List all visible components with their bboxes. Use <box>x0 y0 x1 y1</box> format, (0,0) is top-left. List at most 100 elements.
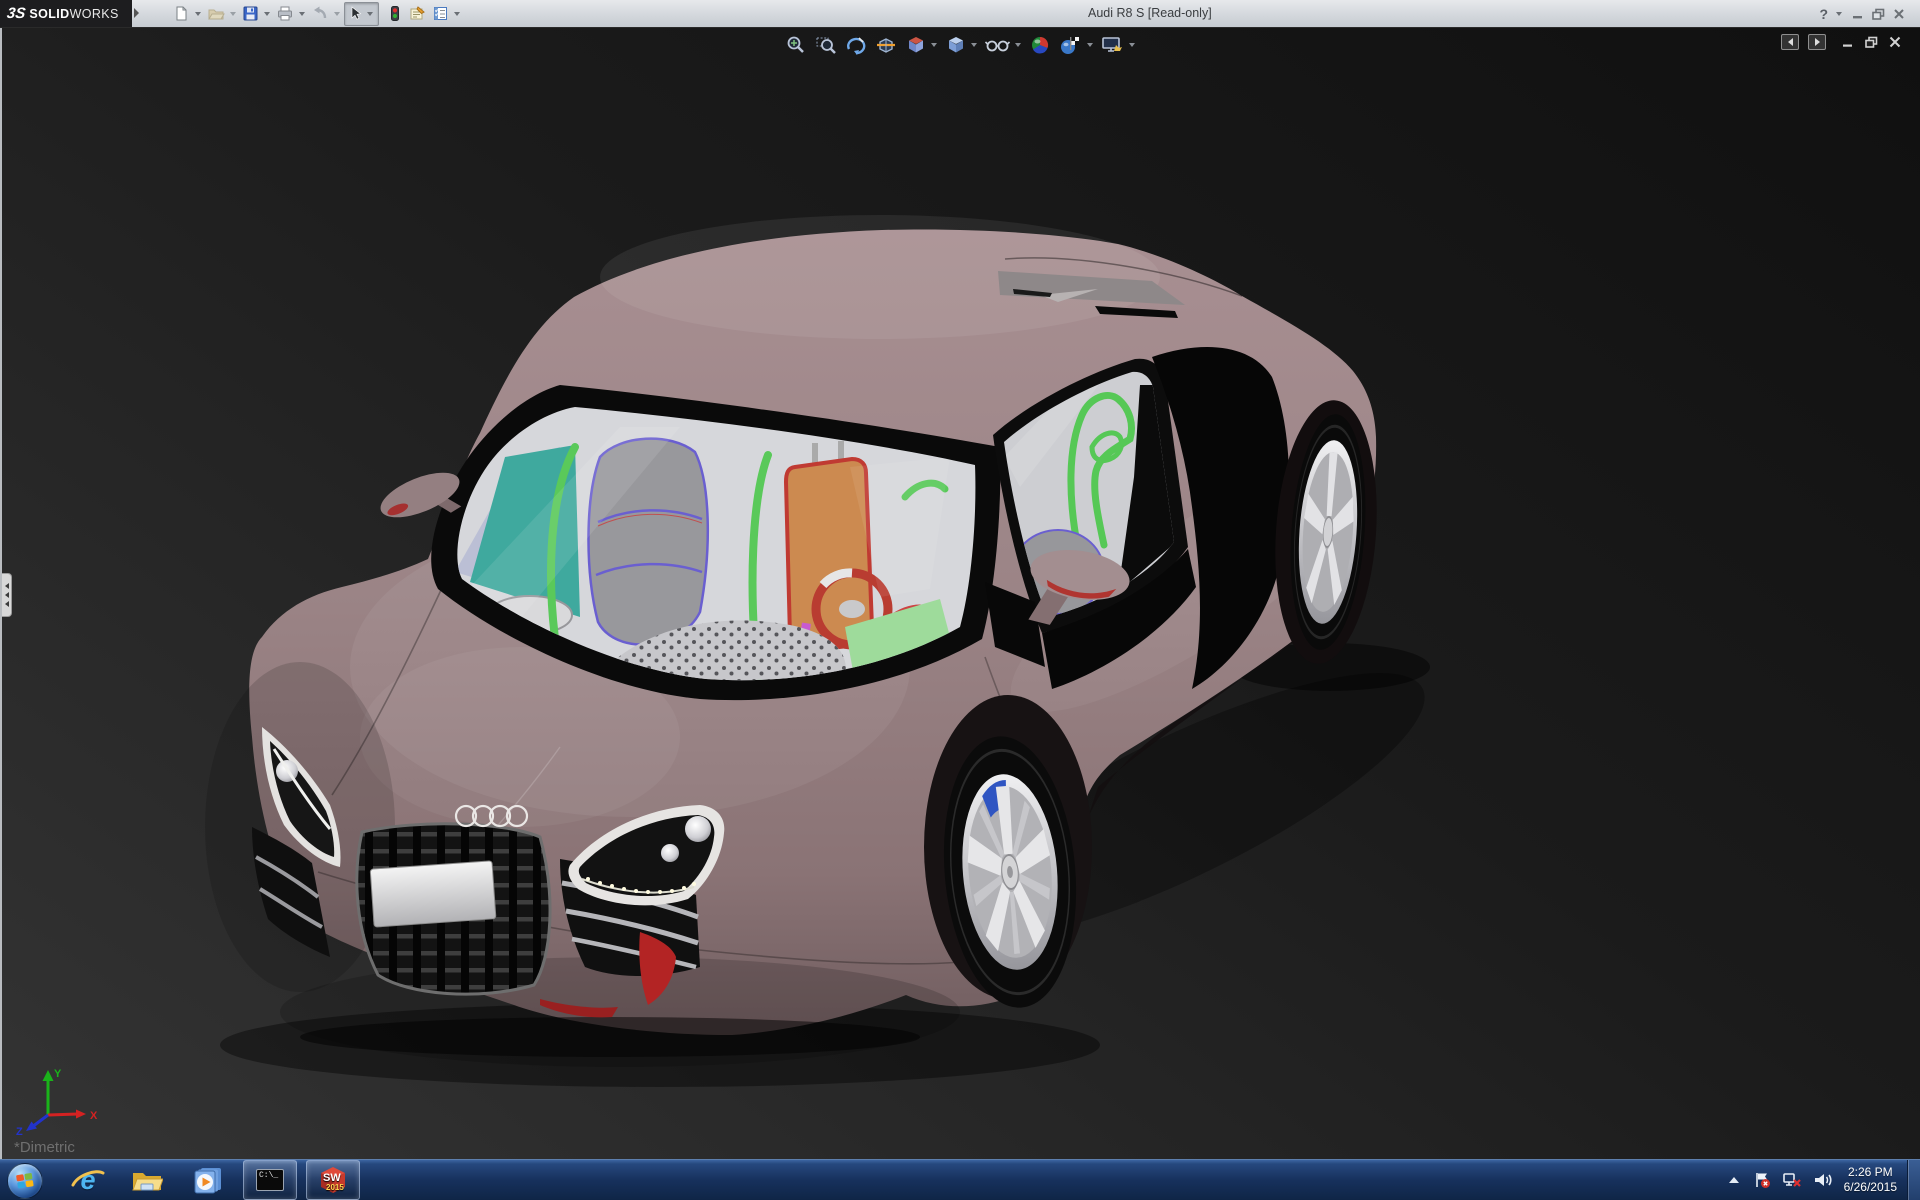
window-title: Audi R8 S [Read-only] <box>1088 6 1212 20</box>
ie-ring-icon <box>71 1169 105 1186</box>
rotate-view-icon <box>847 37 866 55</box>
app-close-button[interactable] <box>1892 7 1906 21</box>
display-style-button[interactable] <box>943 34 979 56</box>
view-settings-button[interactable] <box>1099 34 1137 56</box>
traffic-light-icon <box>391 6 399 21</box>
network-disconnected-icon[interactable] <box>1782 1171 1802 1189</box>
collapse-left-pane-button[interactable] <box>1781 34 1799 50</box>
comment-note-button[interactable] <box>406 3 428 25</box>
open-dropdown-icon[interactable] <box>230 11 236 16</box>
new-document-icon <box>176 6 187 21</box>
select-cursor-icon <box>351 6 362 20</box>
graphics-viewport[interactable]: X Y Z *Dimetric <box>0 27 1920 1160</box>
y-axis-arrow <box>42 1070 54 1081</box>
help-dropdown-icon[interactable] <box>1836 11 1842 16</box>
logo-brand-light: WORKS <box>69 6 119 21</box>
section-view-button[interactable] <box>873 34 899 56</box>
hide-show-dropdown-icon[interactable] <box>1015 43 1021 47</box>
apply-scene-dropdown-icon[interactable] <box>1087 43 1093 47</box>
screen: { "title_bar": { "logo": {"monogram": "3… <box>0 0 1920 1200</box>
view-orientation-icon <box>909 37 923 53</box>
taskbar-internet-explorer[interactable]: e <box>62 1160 114 1200</box>
view-orientation-label: *Dimetric <box>14 1139 75 1156</box>
start-button[interactable] <box>7 1163 43 1199</box>
taskbar-windows-media-player[interactable] <box>182 1160 234 1200</box>
apply-scene-button[interactable] <box>1057 34 1095 56</box>
title-bar: 3S SOLID WORKS Audi R8 S [Read-only] ? <box>0 0 1920 28</box>
z-axis-label: Z <box>16 1126 23 1137</box>
print-dropdown-icon[interactable] <box>299 11 305 16</box>
options-list-icon <box>434 7 447 20</box>
display-style-icon <box>949 37 963 53</box>
view-orientation-dropdown-icon[interactable] <box>931 43 937 47</box>
print-icon <box>278 6 292 21</box>
windows-media-player-icon <box>194 1168 221 1194</box>
new-document-button[interactable] <box>171 3 192 25</box>
undo-button[interactable] <box>309 3 331 25</box>
reference-triad: X Y Z <box>16 1068 98 1137</box>
open-button[interactable] <box>205 3 227 25</box>
collapse-left-icon <box>1787 38 1793 46</box>
select-button[interactable] <box>344 1 379 26</box>
taskbar-clock[interactable]: 2:26 PM 6/26/2015 <box>1844 1165 1897 1195</box>
windows-taskbar: e C:\_ SW 2015 2:26 PM 6/26/2015 <box>0 1159 1920 1200</box>
x-axis-arrow <box>76 1109 86 1119</box>
select-dropdown-icon[interactable] <box>367 11 373 16</box>
heads-up-view-toolbar <box>781 34 1139 56</box>
view-settings-dropdown-icon[interactable] <box>1129 43 1135 47</box>
rotate-view-button[interactable] <box>843 34 869 56</box>
splitter-arrow-icon <box>4 592 9 598</box>
zoom-to-fit-button[interactable] <box>783 34 809 56</box>
menu-expand-chevron-icon[interactable] <box>134 8 139 18</box>
edit-appearance-button[interactable] <box>1027 34 1053 56</box>
appearance-sphere-icon <box>1032 36 1049 54</box>
solidworks-2015-icon: SW 2015 <box>318 1165 348 1195</box>
doc-close-button[interactable] <box>1888 35 1902 49</box>
action-center-flag-icon[interactable] <box>1753 1171 1771 1189</box>
app-minimize-button[interactable] <box>1851 7 1865 21</box>
main-toolbar <box>170 0 463 27</box>
x-axis-label: X <box>90 1110 98 1122</box>
doc-minimize-button[interactable] <box>1841 35 1855 49</box>
taskbar-solidworks-2015[interactable]: SW 2015 <box>306 1160 360 1200</box>
logo-brand-bold: SOLID <box>29 6 70 21</box>
options-list-button[interactable] <box>430 3 451 25</box>
clock-date: 6/26/2015 <box>1843 1180 1897 1194</box>
zoom-to-area-button[interactable] <box>813 34 839 56</box>
options-dropdown-icon[interactable] <box>454 11 460 16</box>
collapse-right-pane-button[interactable] <box>1808 34 1826 50</box>
app-restore-button[interactable] <box>1871 7 1886 21</box>
y-axis-label: Y <box>54 1068 62 1080</box>
print-button[interactable] <box>274 3 296 25</box>
save-dropdown-icon[interactable] <box>264 11 270 16</box>
restore-icon <box>1872 8 1885 20</box>
taskbar-file-explorer[interactable] <box>121 1160 173 1200</box>
new-dropdown-icon[interactable] <box>195 11 201 16</box>
undo-dropdown-icon[interactable] <box>334 11 340 16</box>
hide-show-items-button[interactable] <box>983 34 1023 56</box>
show-desktop-button[interactable] <box>1907 1160 1920 1200</box>
display-style-dropdown-icon[interactable] <box>971 43 977 47</box>
doc-restore-button[interactable] <box>1864 35 1879 49</box>
collapse-right-icon <box>1814 38 1820 46</box>
internet-explorer-icon: e <box>71 1166 105 1194</box>
system-tray: 2:26 PM 6/26/2015 <box>1728 1160 1920 1200</box>
taskbar-command-prompt[interactable]: C:\_ <box>243 1160 297 1200</box>
view-orientation-button[interactable] <box>903 34 939 56</box>
close-icon <box>1894 8 1904 19</box>
volume-icon[interactable] <box>1813 1171 1833 1189</box>
help-button[interactable]: ? <box>1819 6 1828 22</box>
file-explorer-icon <box>132 1173 163 1191</box>
traffic-light-button[interactable] <box>386 3 404 25</box>
document-window-controls <box>1781 34 1902 50</box>
apply-scene-icon <box>1061 37 1079 54</box>
solidworks-logo: 3S SOLID WORKS <box>0 0 132 27</box>
audi-r8-model[interactable] <box>0 27 1920 1160</box>
show-hidden-icons-button[interactable] <box>1728 1177 1739 1183</box>
open-folder-icon <box>208 9 225 20</box>
splitter-arrow-icon <box>4 601 9 607</box>
panel-splitter-handle[interactable] <box>2 573 12 617</box>
save-button[interactable] <box>240 3 261 25</box>
command-prompt-icon: C:\_ <box>256 1169 284 1191</box>
clock-time: 2:26 PM <box>1847 1165 1893 1179</box>
